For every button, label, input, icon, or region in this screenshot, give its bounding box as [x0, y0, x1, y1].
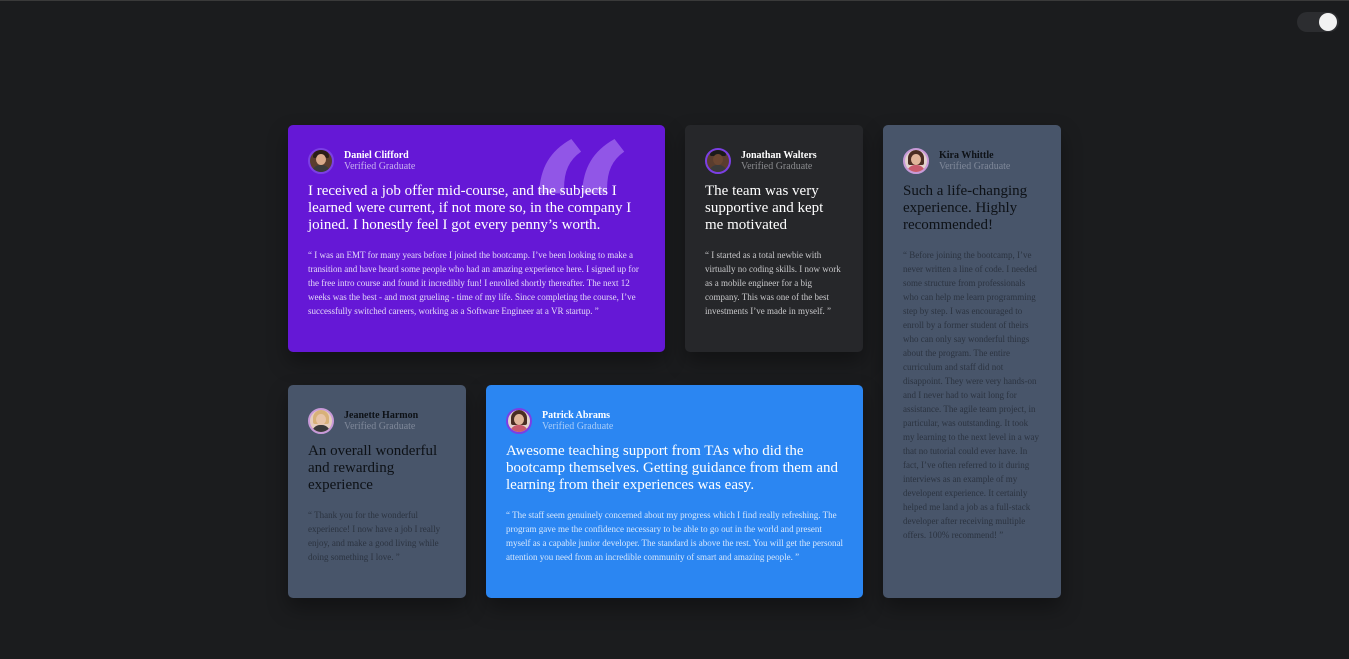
testimonial-body: “ The staff seem genuinely concerned abo… [506, 510, 843, 562]
author-name: Kira Whittle [939, 149, 994, 161]
author-name: Patrick Abrams [542, 409, 611, 421]
testimonial-headline: Awesome teaching support from TAs who di… [506, 443, 838, 493]
testimonial-body: “ I started as a total newbie with virtu… [705, 250, 841, 316]
avatar [903, 148, 929, 174]
avatar [506, 408, 532, 434]
testimonial-header: Kira Whittle Verified Graduate [903, 148, 1041, 174]
avatar [308, 408, 334, 434]
testimonial-card-jeanette: Jeanette Harmon Verified Graduate An ove… [288, 385, 466, 598]
testimonial-body: “ I was an EMT for many years before I j… [308, 250, 639, 316]
avatar [705, 148, 731, 174]
author-name: Jonathan Walters [741, 149, 817, 161]
testimonial-headline: The team was very supportive and kept me… [705, 183, 824, 233]
testimonial-header: Jonathan Walters Verified Graduate [705, 148, 843, 174]
author-role: Verified Graduate [344, 160, 416, 172]
testimonial-body: “ Before joining the bootcamp, I’ve neve… [903, 250, 1039, 540]
author-role: Verified Graduate [542, 420, 614, 432]
testimonial-card-kira: Kira Whittle Verified Graduate Such a li… [883, 125, 1061, 598]
testimonial-headline: I received a job offer mid-course, and t… [308, 183, 632, 233]
testimonial-card-patrick: Patrick Abrams Verified Graduate Awesome… [486, 385, 863, 598]
testimonial-header: Daniel Clifford Verified Graduate [308, 148, 645, 174]
theme-toggle[interactable] [1297, 12, 1339, 32]
toggle-knob [1319, 13, 1337, 31]
testimonial-headline: Such a life-changing experience. Highly … [903, 183, 1028, 233]
testimonial-headline: An overall wonderful and rewarding exper… [308, 443, 438, 493]
author-role: Verified Graduate [344, 420, 416, 432]
author-name: Daniel Clifford [344, 149, 409, 161]
testimonial-card-jonathan: Jonathan Walters Verified Graduate The t… [685, 125, 863, 352]
author-role: Verified Graduate [939, 160, 1011, 172]
testimonial-header: Jeanette Harmon Verified Graduate [308, 408, 446, 434]
author-role: Verified Graduate [741, 160, 813, 172]
testimonial-header: Patrick Abrams Verified Graduate [506, 408, 843, 434]
avatar [308, 148, 334, 174]
author-name: Jeanette Harmon [344, 409, 419, 421]
testimonial-card-daniel: “ Daniel Clifford Verified Graduate I re… [288, 125, 665, 352]
testimonial-body: “ Thank you for the wonderful experience… [308, 510, 441, 562]
